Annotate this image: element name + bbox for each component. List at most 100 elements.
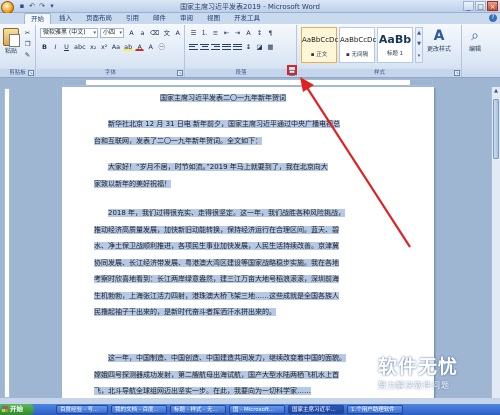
horizontal-ruler[interactable] [63,79,433,86]
tab-home[interactable]: 开始 [24,13,51,24]
taskbar-item[interactable]: 国 - Microsoft... [229,405,285,414]
shrink-font-icon[interactable]: a [138,28,147,37]
align-left-icon[interactable] [189,43,198,51]
paste-button[interactable]: 粘贴 [3,28,20,55]
title-bar: ▪ ↶ ↷ ▾ 国家主席习近平发表2019 - Microsoft Word _… [0,0,500,14]
highlight-button[interactable]: ab [123,42,134,51]
line-spacing-icon[interactable]: ↨ [244,42,253,51]
chinese-layout-icon[interactable]: A [244,28,253,37]
change-styles-button[interactable]: A 更改样式 [427,28,451,53]
clear-format-icon[interactable]: ⌫ [149,28,160,37]
ribbon: 粘贴 ✂ ❐ ✎ 剪贴板 ↘ 微软雅黑 (中文) 小四 A a ⌫ 文 A B … [0,24,500,78]
scroll-thumb[interactable] [493,99,499,159]
paragraph-group: ☰ ⒈ ≡ ⇤ ⇥ A ↕ ¶ ↨ ◪ ▦ 段落 ↘ [186,25,297,77]
tab-references[interactable]: 引用 [120,13,145,24]
vertical-ruler[interactable] [4,88,10,398]
tab-review[interactable]: 审阅 [174,13,199,24]
italic-button[interactable]: I [51,42,60,51]
decrease-indent-icon[interactable]: ⇤ [222,28,231,37]
style-normal[interactable]: AaBbCcDc ▪ 正文 [301,27,338,63]
styles-group-label: 样式 [298,69,461,77]
doc-paragraph-2[interactable]: 大家好！“岁月不居，时节如流。”2019 年马上就要到了，我在北京向大 家致以新… [94,162,328,189]
phonetic-icon[interactable]: 文 [162,28,171,37]
font-color-button[interactable]: A [135,42,145,51]
show-marks-icon[interactable]: ¶ [266,28,275,37]
distributed-icon[interactable] [233,43,242,51]
binoculars-icon: ⌕ [471,28,479,44]
increase-indent-icon[interactable]: ⇥ [233,28,242,37]
help-icon[interactable]: ? [489,14,497,22]
strikethrough-button[interactable]: abc [73,42,87,51]
font-size-combo[interactable]: 小四 [100,28,124,38]
maximize-button[interactable]: □ [475,1,486,11]
enclose-char-button[interactable]: ㊀ [157,42,166,51]
style-heading-1-sample: AaBb [378,33,412,46]
underline-button[interactable]: U [62,42,71,51]
editing-button[interactable]: ⌕ 编辑 [469,28,481,53]
style-no-spacing-sample: AaBbCcDc [340,36,377,44]
bullets-icon[interactable]: ☰ [189,28,198,37]
doc-paragraph-3[interactable]: 2018 年，我们过得很充实、走得很坚定。这一年，我们战胜各种风险挑战， 推动经… [94,208,346,318]
align-right-icon[interactable] [211,43,220,51]
styles-group: AaBbCcDc ▪ 正文 AaBbCcDc ▪ 无间隔 AaBb 标题 1 ▲… [298,25,462,77]
copy-icon[interactable]: ❐ [23,39,32,48]
tab-mailings[interactable]: 邮件 [147,13,172,24]
justify-icon[interactable] [222,43,231,51]
gallery-more-icon[interactable]: ▾ [416,51,422,62]
tab-developer[interactable]: 开发工具 [228,13,266,24]
taskbar-item[interactable]: 标题 - 样式 - 无... [170,405,226,414]
char-shading-button[interactable]: A [146,42,155,51]
paragraph-group-label: 段落 [186,69,296,77]
style-no-spacing[interactable]: AaBbCcDc ▪ 无间隔 [339,27,377,63]
close-button[interactable]: × [487,1,498,11]
format-painter-icon[interactable]: ✎ [23,50,32,59]
char-border-icon[interactable]: A [173,28,182,37]
style-heading-1[interactable]: AaBb 标题 1 [377,27,413,63]
subscript-button[interactable]: x₂ [89,42,98,51]
start-button[interactable]: 开始 [0,404,34,415]
styles-gallery-scroll[interactable]: ▲ ▼ ▾ [415,27,423,63]
font-group-label: 字体 [37,69,184,77]
superscript-button[interactable]: x² [100,42,109,51]
taskbar-item[interactable]: 我的文档 - 百度... [111,405,167,414]
watermark-subtitle: 努力解决软件问题 [378,381,450,390]
style-heading-1-name: 标题 1 [386,51,404,57]
gallery-up-icon[interactable]: ▲ [416,28,422,39]
style-normal-name: ▪ 正文 [310,52,328,58]
taskbar-item[interactable]: 1.个用户助理软件 [347,405,403,414]
cut-icon[interactable]: ✂ [23,28,32,37]
editing-group: ⌕ 编辑 [463,25,499,77]
minimize-button[interactable]: _ [463,1,474,11]
grow-font-icon[interactable]: A [127,28,136,37]
paste-icon [3,28,20,47]
taskbar-item[interactable]: 国家主席习近平... [288,405,344,414]
sort-icon[interactable]: ↕ [255,28,264,37]
numbering-icon[interactable]: ⒈ [200,28,209,37]
ribbon-tabs: 开始 插入 页面布局 引用 邮件 审阅 视图 开发工具 [0,13,500,24]
shading-icon[interactable]: ◪ [255,42,264,51]
tab-insert[interactable]: 插入 [53,13,78,24]
tab-view[interactable]: 视图 [201,13,226,24]
doc-paragraph-4[interactable]: 这一年，中国制造、中国创造、中国建造共同发力，继续改变着中国的面貌。 嫦娥四号探… [94,353,346,397]
borders-icon[interactable]: ▦ [266,42,275,51]
change-case-button[interactable]: Aa [111,42,121,51]
gallery-down-icon[interactable]: ▼ [416,39,422,50]
bold-button[interactable]: B [40,42,49,51]
scroll-up-icon[interactable]: ▲ [492,87,500,95]
taskbar: 开始 百度经验 - 写... 我的文档 - 百度... 标题 - 样式 - 无.… [0,404,500,415]
font-name-combo[interactable]: 微软雅黑 (中文) [40,28,98,38]
doc-heading[interactable]: 国家主席习近平发表二〇一九年新年贺词 [160,93,286,104]
clipboard-dialog-launcher[interactable]: ↘ [28,70,34,76]
watermark: 软件无忧 努力解决软件问题 [378,352,498,402]
font-dialog-launcher[interactable]: ↘ [177,70,183,76]
editing-label: 编辑 [469,46,482,53]
align-center-icon[interactable] [200,43,209,51]
multilevel-list-icon[interactable]: ≡ [211,28,220,37]
watermark-logo: 软件无忧 [378,356,459,378]
doc-paragraph-1[interactable]: 新华社北京 12 月 31 日电 新年前夕，国家主席习近平通过中央广播电视总 台… [94,119,340,146]
font-group: 微软雅黑 (中文) 小四 A a ⌫ 文 A B I U abc x₂ x² A… [37,25,185,77]
tab-page-layout[interactable]: 页面布局 [80,13,118,24]
paste-label: 粘贴 [4,48,17,55]
taskbar-item[interactable]: 百度经验 - 写... [56,405,108,414]
styles-dialog-launcher[interactable]: ↘ [454,70,460,76]
